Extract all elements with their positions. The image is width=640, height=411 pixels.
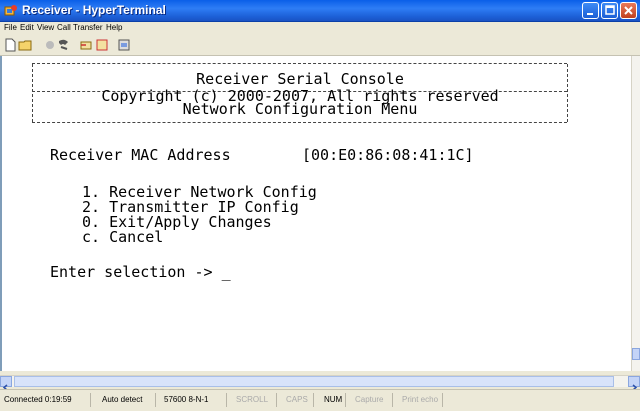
status-auto-detect: Auto detect [102, 395, 143, 404]
hyperterminal-app-icon [4, 5, 17, 16]
status-caps-indicator: CAPS [286, 395, 308, 404]
status-separator [345, 393, 346, 407]
menu-edit[interactable]: Edit [20, 22, 34, 34]
minimize-button[interactable] [582, 2, 599, 19]
status-scroll-indicator: SCROLL [236, 395, 269, 404]
status-separator [155, 393, 156, 407]
status-bar: Connected 0:19:59 Auto detect 57600 8-N-… [0, 389, 640, 411]
box-border-top [32, 63, 567, 64]
status-separator [392, 393, 393, 407]
menu-bar: File Edit View Call Transfer Help [0, 22, 640, 34]
scroll-right-button[interactable] [628, 376, 640, 391]
console-header-title: Receiver Serial Console [196, 70, 404, 88]
window-title: Receiver - HyperTerminal [22, 3, 166, 17]
menu-view[interactable]: View [37, 22, 54, 34]
horizontal-scroll-thumb[interactable] [14, 376, 614, 387]
terminal-screen[interactable]: Receiver Serial Console Copyright (c) 20… [0, 56, 631, 371]
status-separator [90, 393, 91, 407]
console-menu-title: Network Configuration Menu [182, 100, 418, 118]
scroll-left-button[interactable] [0, 376, 12, 391]
vertical-scroll-thumb[interactable] [632, 348, 640, 360]
menu-call[interactable]: Call [57, 22, 71, 34]
maximize-button[interactable] [601, 2, 618, 19]
close-button[interactable] [620, 2, 637, 19]
selection-prompt: Enter selection -> _ [50, 263, 231, 281]
title-bar: Receiver - HyperTerminal [0, 0, 640, 22]
toolbar [0, 34, 640, 56]
menu-transfer[interactable]: Transfer [73, 22, 103, 34]
status-capture-indicator: Capture [355, 395, 384, 404]
disconnect-icon[interactable] [56, 37, 72, 53]
close-icon [624, 6, 633, 15]
menu-file[interactable]: File [4, 22, 17, 34]
new-file-icon[interactable] [2, 37, 18, 53]
menu-option-c: c. Cancel [82, 228, 164, 246]
status-connected-time: Connected 0:19:59 [4, 395, 72, 404]
mac-address-label: Receiver MAC Address [50, 146, 231, 164]
send-icon[interactable] [78, 37, 94, 53]
mac-address-value: [00:E0:86:08:41:1C] [302, 146, 474, 164]
menu-help[interactable]: Help [106, 22, 122, 34]
status-separator [313, 393, 314, 407]
vertical-scrollbar[interactable] [631, 56, 640, 371]
properties-icon[interactable] [116, 37, 132, 53]
maximize-icon [605, 5, 615, 15]
status-separator [276, 393, 277, 407]
open-folder-icon[interactable] [18, 37, 34, 53]
box-border-bottom [32, 122, 567, 123]
horizontal-scrollbar[interactable] [0, 375, 640, 391]
receive-icon[interactable] [94, 37, 110, 53]
status-separator [226, 393, 227, 407]
minimize-icon [587, 13, 593, 15]
status-separator [442, 393, 443, 407]
status-print-echo-indicator: Print echo [402, 395, 439, 404]
status-num-indicator: NUM [324, 395, 343, 404]
status-port-settings: 57600 8-N-1 [164, 395, 209, 404]
